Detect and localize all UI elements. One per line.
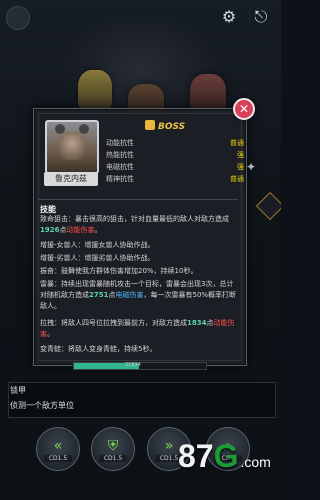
- skill-entry: 增援-女兽人：增援女兽人协助作战。: [40, 241, 155, 249]
- boss-portrait: [45, 120, 99, 174]
- horn-icon: [79, 124, 89, 134]
- skill-entry: 增援-劣兽人：增援劣兽人协助作战。: [40, 254, 155, 262]
- hp-label: 21834: [125, 362, 141, 368]
- message-subtitle: 侦测一个敌方单位: [10, 401, 74, 410]
- skill-entry: 变青蛙：将敌人变身青蛙，持续5秒。: [40, 345, 157, 353]
- message-title: 锁甲: [10, 386, 26, 395]
- left-chevrons-button[interactable]: « CD1.5: [36, 427, 80, 471]
- boss-badge: BOSS: [145, 120, 185, 134]
- boss-name: 鲁克内兹: [44, 172, 98, 186]
- stat-value: 普通: [230, 139, 244, 147]
- shield-icon: ⛨: [107, 438, 119, 454]
- skill-entry: 振奋：鼓舞使我方群体伤害增加20%，持续10秒。: [40, 267, 198, 275]
- cooldown-label: CD1.5: [44, 455, 72, 462]
- stat-value: 强: [237, 163, 244, 171]
- target-marker-icon: ✦: [246, 160, 257, 174]
- left-chevrons-icon: «: [53, 438, 63, 454]
- close-icon[interactable]: ✕: [233, 98, 255, 120]
- side-badge-icon: [255, 191, 281, 221]
- game-screen: ⚙ ⎋ ✕ 鲁克内兹 BOSS 动能抗性 普通 热能抗性 强 电磁抗性 强 精神…: [0, 0, 281, 500]
- site-watermark: 87G .com: [178, 438, 271, 474]
- ally-unit[interactable]: [78, 70, 112, 110]
- stat-row: 热能抗性 强: [106, 150, 244, 160]
- stat-value: 普通: [230, 175, 244, 183]
- skill-entry: 雷暴：持续出现雷暴随机攻击一个目标，雷暴会出现3次，总计对随机敌方造成2751点…: [40, 280, 237, 310]
- stat-row: 精神抗性 普通: [106, 174, 244, 184]
- divider: [38, 199, 238, 200]
- gear-icon[interactable]: ⚙: [220, 8, 238, 26]
- stat-label: 热能抗性: [106, 151, 134, 159]
- exit-icon[interactable]: ⎋: [252, 8, 270, 26]
- circle-button[interactable]: [6, 6, 30, 30]
- boss-badge-label: BOSS: [158, 122, 186, 132]
- cooldown-label: CD1.5: [99, 455, 127, 462]
- resistance-stats: 动能抗性 普通 热能抗性 强 电磁抗性 强 精神抗性 普通: [106, 138, 244, 186]
- stat-label: 精神抗性: [106, 175, 134, 183]
- skill-entry: 致命狙击：暴击很高的狙击，针对血量最低的敌人对敌方造成1926点动能伤害。: [40, 215, 229, 234]
- stat-row: 动能抗性 普通: [106, 138, 244, 148]
- stat-label: 电磁抗性: [106, 163, 134, 171]
- shield-button[interactable]: ⛨ CD1.5: [91, 427, 135, 471]
- stat-row: 电磁抗性 强: [106, 162, 244, 172]
- boss-icon: [145, 120, 155, 130]
- boss-face: [59, 132, 85, 160]
- stat-value: 强: [237, 151, 244, 159]
- stat-label: 动能抗性: [106, 139, 134, 147]
- skill-entry: 拉拽：将敌人四号位拉拽到最前方，对敌方造成1834点动能伤害。: [40, 319, 235, 338]
